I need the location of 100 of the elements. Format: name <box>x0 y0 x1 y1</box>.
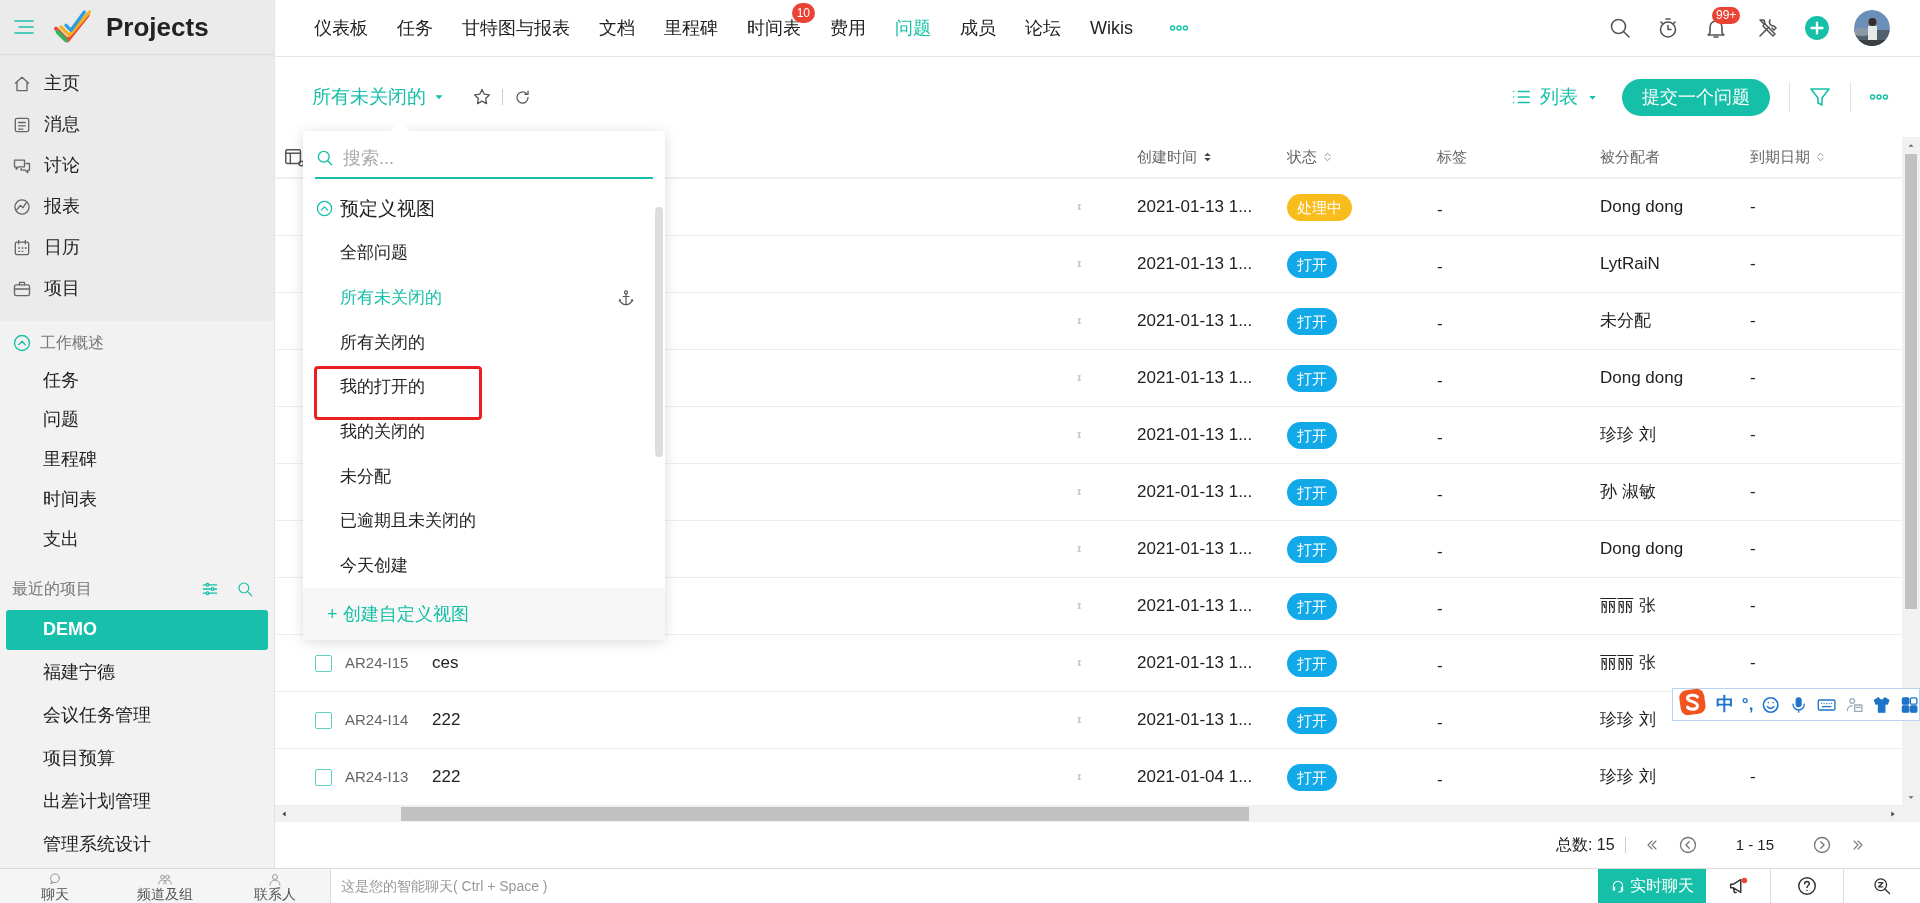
search-icon <box>315 148 335 168</box>
table-cell-text: 丽丽 张 <box>1600 595 1657 618</box>
drag-handle-icon[interactable] <box>1075 201 1081 213</box>
checkbox[interactable] <box>315 654 332 672</box>
search-icon[interactable] <box>1608 16 1632 40</box>
drag-handle-icon[interactable] <box>1075 771 1081 783</box>
project-item[interactable]: 管理系统设计 <box>6 825 268 865</box>
issue-title[interactable]: ces <box>432 653 459 673</box>
menu-item[interactable]: 已逾期且未关闭的 <box>340 508 476 534</box>
column-header[interactable]: 到期日期 <box>1750 145 1902 169</box>
menu-item[interactable]: 今天创建 <box>340 552 408 579</box>
grid-icon[interactable] <box>1899 694 1919 715</box>
issue-id: AR24-I14 <box>345 711 409 729</box>
drag-handle-icon[interactable] <box>1075 258 1081 270</box>
drag-handle-icon[interactable] <box>1075 372 1081 384</box>
table-cell-text: 2021-01-13 1... <box>1137 424 1254 447</box>
plus-icon[interactable] <box>1804 15 1830 41</box>
menu-item[interactable]: 全部问题 <box>340 240 408 266</box>
nav-tab[interactable]: 文档 <box>599 14 635 42</box>
issue-title[interactable]: 222 <box>432 710 461 730</box>
status-badge: 打开 <box>1287 250 1337 278</box>
checkbox[interactable] <box>315 768 332 786</box>
nav-tab[interactable]: 论坛 <box>1025 14 1061 42</box>
project-item[interactable]: 会议任务管理 <box>6 696 268 736</box>
previous-page-icon[interactable] <box>1677 835 1698 855</box>
nav-tab[interactable]: 任务 <box>397 14 433 42</box>
star-icon[interactable] <box>472 87 492 107</box>
scrollbar-thumb[interactable] <box>655 207 663 457</box>
filter-icon[interactable] <box>1808 85 1832 109</box>
column-header[interactable]: 创建时间 <box>1137 145 1287 169</box>
chat-input[interactable]: 这是您的智能聊天( Ctrl + Space ) <box>341 875 1598 897</box>
table-cell-text: - <box>1750 424 1757 447</box>
issue-id: AR24-I15 <box>345 654 409 672</box>
chat-tab[interactable]: 频道及组 <box>110 869 220 903</box>
column-header: 被分配者 <box>1600 146 1661 167</box>
app-title: Projects <box>106 10 209 44</box>
next-page-icon[interactable] <box>1812 835 1832 855</box>
nav-tab[interactable]: 里程碑 <box>664 14 718 42</box>
sidebar-item[interactable]: 时间表 <box>0 479 274 520</box>
menu-item[interactable]: 所有关闭的 <box>340 329 425 356</box>
collapse-icon <box>315 199 334 219</box>
project-item[interactable]: 项目预算 <box>6 739 268 779</box>
drag-handle-icon[interactable] <box>1075 429 1081 441</box>
table-settings-icon[interactable] <box>283 146 305 168</box>
sidebar-item[interactable]: 里程碑 <box>0 439 274 480</box>
project-item[interactable]: 福建宁德 <box>6 653 268 693</box>
drag-handle-icon[interactable] <box>1075 543 1081 555</box>
shirt-icon[interactable] <box>1872 694 1892 715</box>
checkbox[interactable] <box>315 711 332 729</box>
sidebar-item[interactable]: 支出 <box>0 519 274 560</box>
headset-icon <box>1610 878 1626 894</box>
table-cell-text: - <box>1437 769 1444 792</box>
tools-icon[interactable] <box>1756 16 1780 40</box>
section-header[interactable]: 工作概述 <box>0 325 274 361</box>
table-cell-text: 2021-01-13 1... <box>1137 367 1254 390</box>
column-header[interactable]: 状态 <box>1287 145 1437 169</box>
nav-tab[interactable]: 仪表板 <box>314 14 368 42</box>
menu-item[interactable]: 未分配 <box>340 463 391 490</box>
status-badge: 打开 <box>1287 763 1337 791</box>
sidebar-item[interactable]: 项目 <box>0 268 274 310</box>
sidebar-item[interactable]: 消息 <box>0 104 274 146</box>
nav-tab[interactable]: 甘特图与报表 <box>462 14 570 42</box>
search-icon[interactable] <box>1872 876 1892 896</box>
table-cell-text: - <box>1437 484 1444 507</box>
menu-item[interactable]: 我的关闭的 <box>340 418 425 445</box>
nav-tab[interactable]: Wikis <box>1090 14 1133 42</box>
drag-handle-icon[interactable] <box>1075 657 1081 669</box>
sidebar-item[interactable]: 任务 <box>0 360 274 401</box>
input-mode-toggle[interactable]: 中 <box>1715 691 1734 718</box>
section-header[interactable]: 预定义视图 <box>303 187 655 231</box>
help-icon[interactable] <box>1796 875 1818 897</box>
emoji-icon[interactable] <box>1761 694 1781 715</box>
anchor-icon[interactable] <box>617 288 635 307</box>
drag-handle-icon[interactable] <box>1075 486 1081 498</box>
table-cell-text: - <box>1750 481 1757 504</box>
drag-handle-icon[interactable] <box>1075 600 1081 612</box>
sidebar-item[interactable]: 日历 <box>0 227 274 269</box>
project-item[interactable]: 出差计划管理 <box>6 782 268 822</box>
sidebar-item[interactable]: 讨论 <box>0 145 274 187</box>
s-logo-icon[interactable] <box>1677 686 1708 717</box>
nav-tab[interactable]: 成员 <box>960 14 996 42</box>
drag-handle-icon[interactable] <box>1075 714 1081 726</box>
table-cell-text: Dong dong <box>1600 367 1685 390</box>
table-cell-text: - <box>1437 256 1444 279</box>
search-field[interactable]: 搜索... <box>343 144 653 172</box>
count-badge: 99+ <box>1712 7 1741 24</box>
nav-tab[interactable]: 费用 <box>830 14 866 42</box>
sidebar-item[interactable]: 主页 <box>0 63 274 105</box>
chat-tab[interactable]: 聊天 <box>0 869 110 903</box>
punctuation-toggle[interactable]: °, <box>1741 691 1754 718</box>
issue-title[interactable]: 222 <box>432 767 461 787</box>
menu-item[interactable]: 我的打开的 <box>340 374 425 400</box>
chat-tab[interactable]: 联系人 <box>220 869 330 903</box>
vertical-scrollbar[interactable] <box>1902 137 1920 806</box>
table-cell-text: - <box>1750 652 1757 675</box>
table-cell-text: 2021-01-13 1... <box>1137 310 1254 333</box>
horizontal-scrollbar[interactable] <box>275 806 1920 822</box>
sidebar-item[interactable]: 报表 <box>0 186 274 228</box>
drag-handle-icon[interactable] <box>1075 315 1081 327</box>
sidebar-item[interactable]: 问题 <box>0 400 274 440</box>
